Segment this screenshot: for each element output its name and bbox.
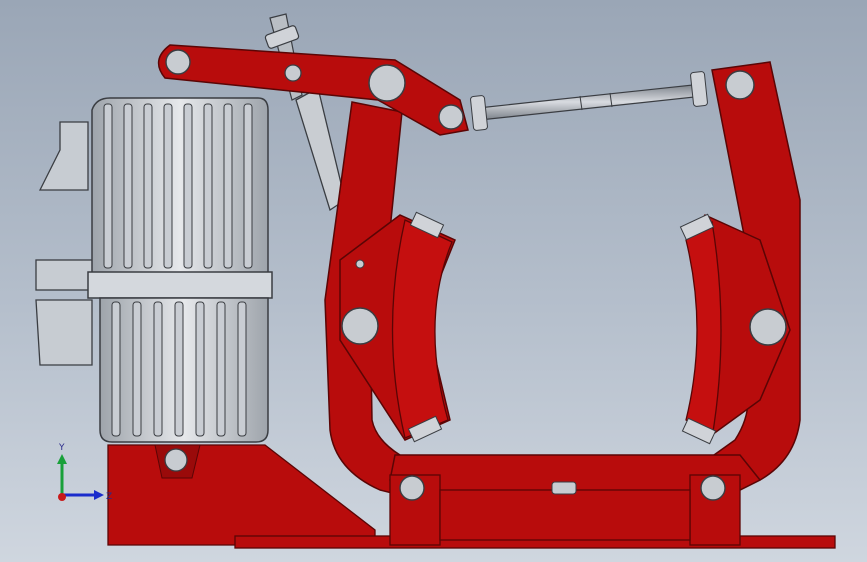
motor-upper-housing xyxy=(91,97,269,276)
right-shoe-lining xyxy=(685,220,722,440)
cooling-fin xyxy=(143,103,153,269)
cooling-fin xyxy=(183,103,193,269)
z-axis-label: Z xyxy=(106,492,112,502)
bracket-pin xyxy=(164,448,188,472)
center-base-block xyxy=(439,489,691,541)
center-adjust-nut xyxy=(551,481,577,495)
right-shoe-pivot-pin xyxy=(749,308,787,346)
x-axis-dot xyxy=(58,493,66,501)
cooling-fin xyxy=(123,103,133,269)
bottom-left-pivot xyxy=(399,475,425,501)
cooling-fin xyxy=(237,301,247,437)
y-axis-arrow xyxy=(57,454,67,464)
cooling-fin xyxy=(111,301,121,437)
left-shoe-pivot-pin xyxy=(341,307,379,345)
thruster-motor xyxy=(35,97,273,443)
left-shoe-lining xyxy=(391,219,453,439)
cooling-fin xyxy=(174,301,184,437)
cooling-fin xyxy=(195,301,205,437)
y-axis-label: Y xyxy=(58,443,65,453)
left-arm-bolt xyxy=(355,259,365,269)
junction-box-upper xyxy=(38,121,89,191)
thruster-push-rod xyxy=(264,13,346,212)
right-arm-top-pin xyxy=(725,70,755,100)
lever-main-pivot xyxy=(368,64,406,102)
z-axis-arrow xyxy=(94,490,104,500)
cooling-fin xyxy=(216,301,226,437)
cooling-fin xyxy=(223,103,233,269)
axis-triad: Y Z xyxy=(57,443,112,502)
cooling-fin xyxy=(103,103,113,269)
motor-mid-flange xyxy=(87,271,273,299)
cooling-fin xyxy=(243,103,253,269)
lever-mid-pin xyxy=(284,64,302,82)
lever-rod-pin xyxy=(438,104,464,130)
lever-end-pin xyxy=(165,49,191,75)
brake-assembly-model xyxy=(35,13,836,549)
motor-base-bracket xyxy=(107,444,376,546)
cooling-fin xyxy=(153,301,163,437)
tie-rod xyxy=(470,71,708,131)
junction-box-lower xyxy=(35,299,93,366)
bottom-right-pivot xyxy=(700,475,726,501)
cooling-fin xyxy=(163,103,173,269)
cooling-fin xyxy=(203,103,213,269)
cooling-fin xyxy=(132,301,142,437)
cad-viewport[interactable]: Y Z xyxy=(0,0,867,562)
